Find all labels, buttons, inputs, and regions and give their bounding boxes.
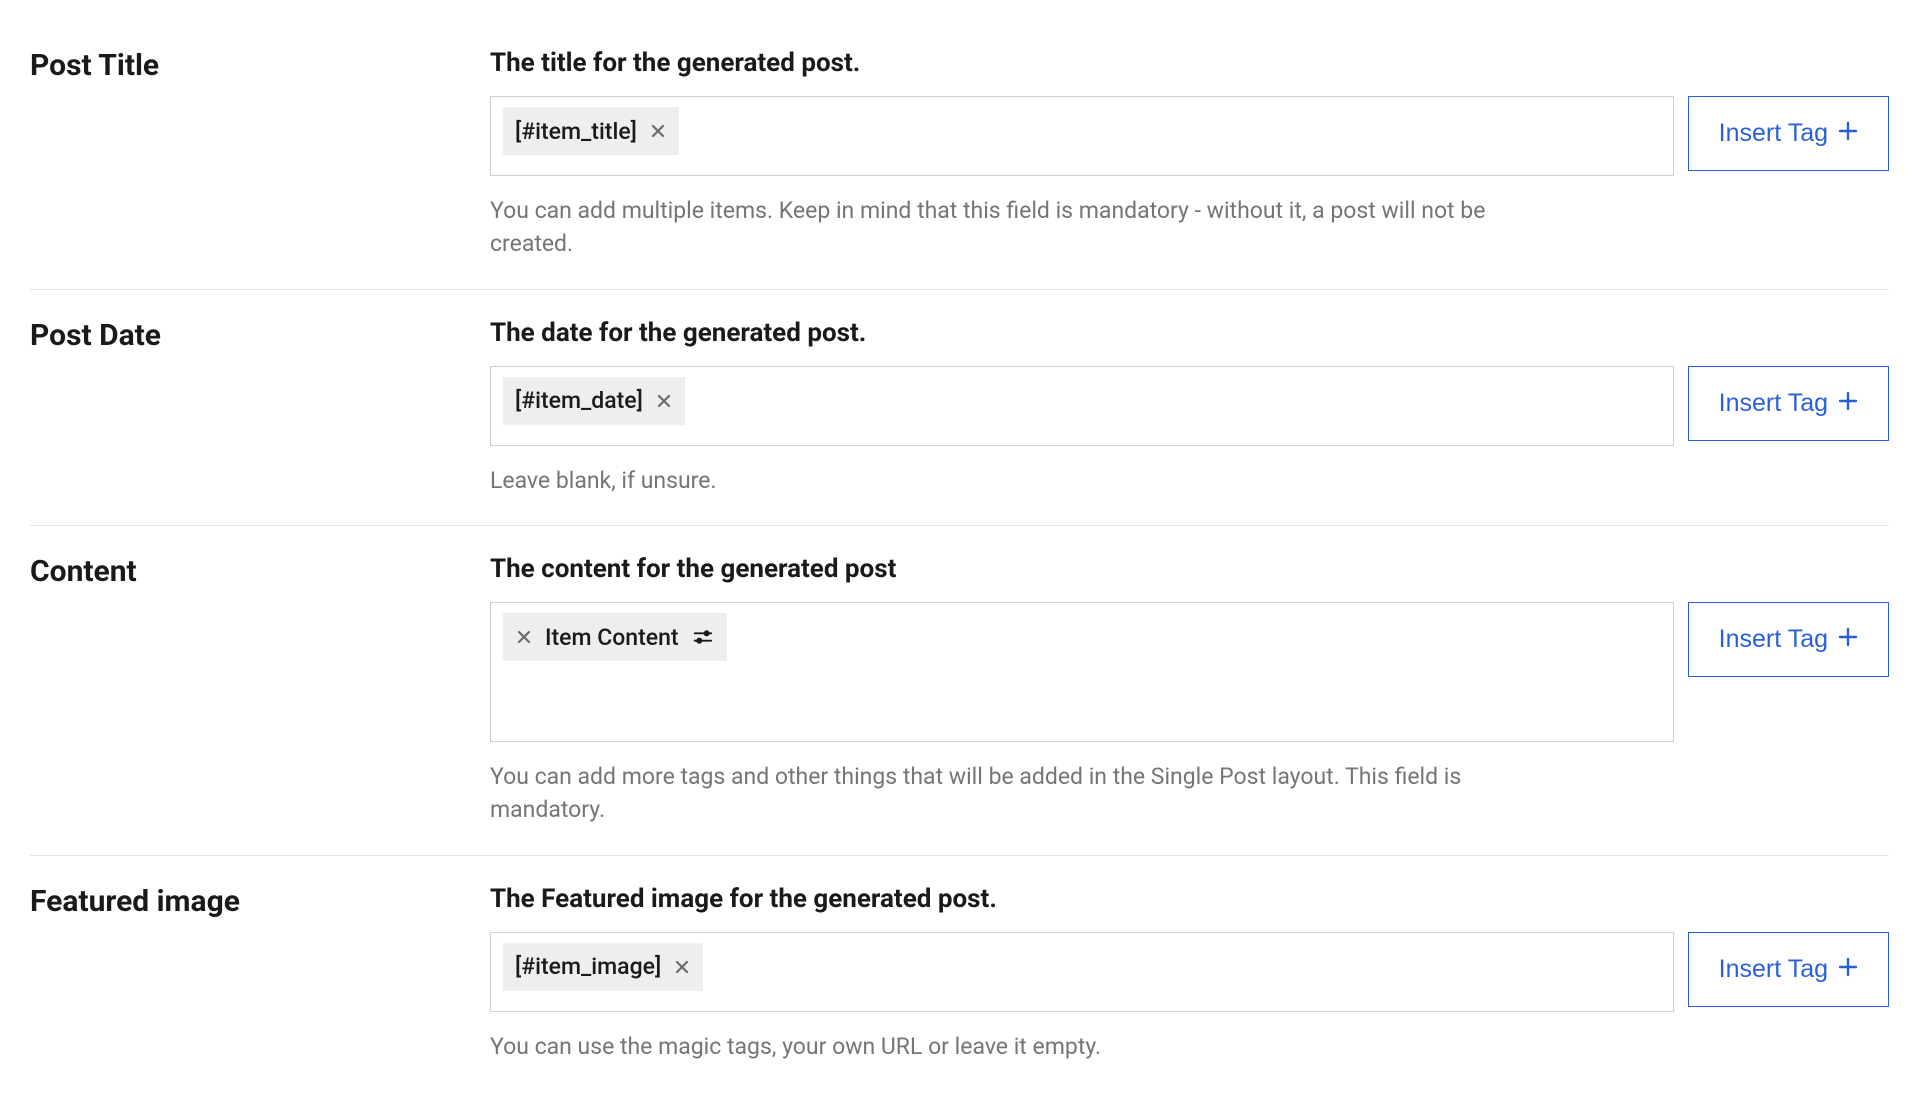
row-label: Featured image: [30, 884, 490, 919]
field-and-button: [#item_image] Insert Tag: [490, 932, 1889, 1012]
field-heading: The date for the generated post.: [490, 318, 1889, 348]
row-label: Post Date: [30, 318, 490, 353]
tag-chip-item-title[interactable]: [#item_title]: [503, 107, 679, 155]
sliders-icon[interactable]: [691, 625, 715, 649]
insert-tag-button[interactable]: Insert Tag: [1688, 932, 1889, 1007]
insert-tag-label: Insert Tag: [1719, 955, 1828, 984]
row-label-col: Featured image: [30, 884, 490, 1063]
form-row-content: Content The content for the generated po…: [30, 526, 1889, 856]
row-content-col: The date for the generated post. [#item_…: [490, 318, 1889, 497]
close-icon[interactable]: [673, 958, 691, 976]
row-label: Post Title: [30, 48, 490, 83]
insert-tag-label: Insert Tag: [1719, 389, 1828, 418]
field-and-button: [#item_title] Insert Tag: [490, 96, 1889, 176]
chip-text: Item Content: [545, 624, 679, 651]
plus-icon: [1838, 955, 1858, 984]
row-content-col: The title for the generated post. [#item…: [490, 48, 1889, 261]
plus-icon: [1838, 119, 1858, 148]
plus-icon: [1838, 625, 1858, 654]
close-icon[interactable]: [515, 628, 533, 646]
help-text: You can add multiple items. Keep in mind…: [490, 194, 1510, 261]
tag-input-featured-image[interactable]: [#item_image]: [490, 932, 1674, 1012]
chip-text: [#item_title]: [515, 118, 637, 145]
row-label-col: Content: [30, 554, 490, 827]
close-icon[interactable]: [655, 392, 673, 410]
form-row-featured-image: Featured image The Featured image for th…: [30, 856, 1889, 1091]
tag-chip-item-date[interactable]: [#item_date]: [503, 377, 685, 425]
chip-text: [#item_image]: [515, 953, 661, 980]
row-label: Content: [30, 554, 490, 589]
field-and-button: [#item_date] Insert Tag: [490, 366, 1889, 446]
row-content-col: The Featured image for the generated pos…: [490, 884, 1889, 1063]
field-heading: The content for the generated post: [490, 554, 1889, 584]
row-content-col: The content for the generated post Item …: [490, 554, 1889, 827]
form-row-post-date: Post Date The date for the generated pos…: [30, 290, 1889, 526]
form-row-post-title: Post Title The title for the generated p…: [30, 20, 1889, 290]
tag-input-content[interactable]: Item Content: [490, 602, 1674, 742]
tag-input-post-title[interactable]: [#item_title]: [490, 96, 1674, 176]
row-label-col: Post Date: [30, 318, 490, 497]
plus-icon: [1838, 389, 1858, 418]
close-icon[interactable]: [649, 122, 667, 140]
help-text: You can use the magic tags, your own URL…: [490, 1030, 1510, 1063]
help-text: Leave blank, if unsure.: [490, 464, 1510, 497]
insert-tag-button[interactable]: Insert Tag: [1688, 366, 1889, 441]
help-text: You can add more tags and other things t…: [490, 760, 1510, 827]
insert-tag-button[interactable]: Insert Tag: [1688, 602, 1889, 677]
field-heading: The title for the generated post.: [490, 48, 1889, 78]
insert-tag-label: Insert Tag: [1719, 119, 1828, 148]
row-label-col: Post Title: [30, 48, 490, 261]
insert-tag-label: Insert Tag: [1719, 625, 1828, 654]
tag-chip-item-image[interactable]: [#item_image]: [503, 943, 703, 991]
tag-input-post-date[interactable]: [#item_date]: [490, 366, 1674, 446]
insert-tag-button[interactable]: Insert Tag: [1688, 96, 1889, 171]
field-heading: The Featured image for the generated pos…: [490, 884, 1889, 914]
form-container: Post Title The title for the generated p…: [30, 20, 1889, 1091]
chip-text: [#item_date]: [515, 387, 643, 414]
field-and-button: Item Content Insert Tag: [490, 602, 1889, 742]
tag-chip-item-content[interactable]: Item Content: [503, 613, 727, 661]
